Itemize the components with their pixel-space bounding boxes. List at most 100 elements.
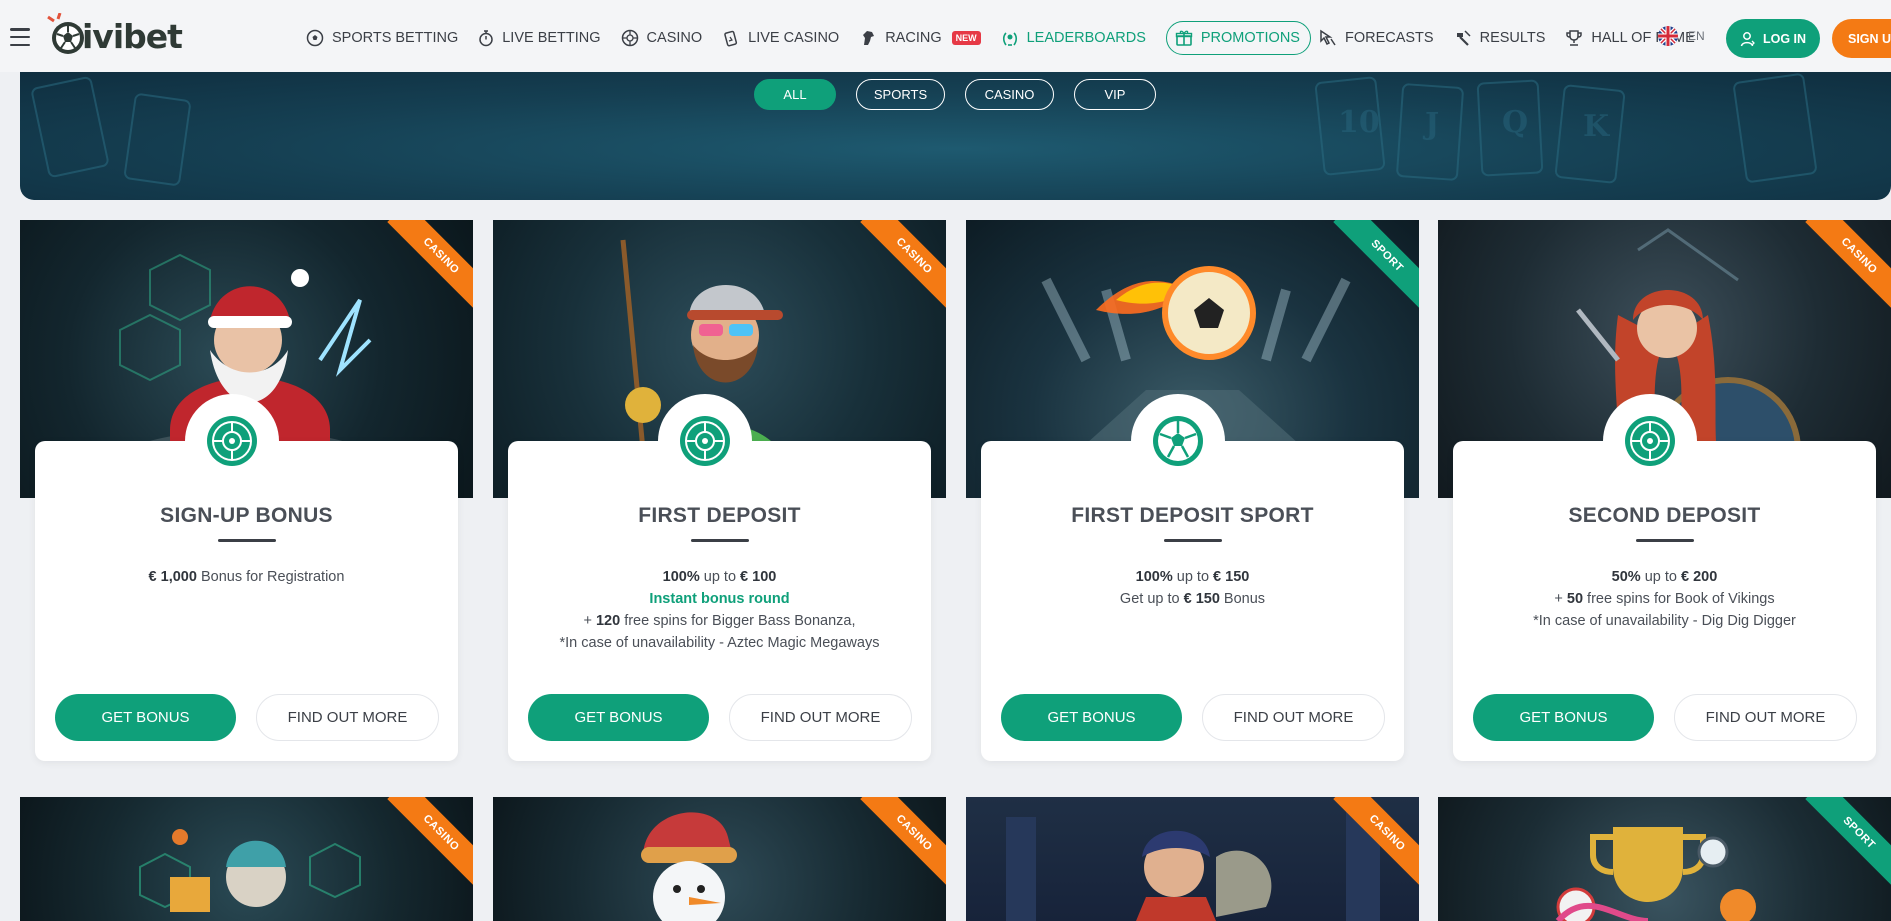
find-out-more-button[interactable]: FIND OUT MORE	[729, 694, 912, 741]
login-button[interactable]: LOG IN	[1726, 19, 1820, 58]
description-segment: *In case of unavailability - Dig Dig Dig…	[1533, 613, 1796, 629]
svg-text:Q: Q	[1502, 105, 1528, 140]
description-segment: Bonus	[1219, 591, 1266, 607]
language-selector[interactable]: EN	[1658, 26, 1705, 46]
card-artwork: CASINO	[493, 797, 946, 921]
description-segment: free spins for Bigger Bass Bonanza,	[620, 613, 856, 629]
description-segment: 120	[595, 613, 621, 629]
promotion-filter-bar: ALL SPORTS CASINO VIP	[754, 79, 1176, 110]
card-artwork: CASINO	[966, 797, 1419, 921]
title-underline	[218, 539, 276, 542]
title-underline	[691, 539, 749, 542]
roulette-icon	[1625, 416, 1675, 466]
hammer-icon	[1456, 30, 1471, 46]
description-line: *In case of unavailability - Dig Dig Dig…	[1458, 610, 1871, 632]
find-out-more-button[interactable]: FIND OUT MORE	[1202, 694, 1385, 741]
nav-label: LEADERBOARDS	[1026, 30, 1146, 46]
roulette-icon	[621, 29, 638, 47]
description-segment: € 200	[1681, 569, 1718, 585]
card-description: 100% up to € 150 Get up to € 150 Bonus	[986, 566, 1399, 610]
card-description: € 1,000 Bonus for Registration	[40, 566, 453, 588]
nav-racing[interactable]: RACING NEW	[859, 21, 981, 55]
nav-sports-betting[interactable]: SPORTS BETTING	[306, 21, 458, 55]
ivibet-logo[interactable]: ivibet	[44, 12, 196, 58]
find-out-more-button[interactable]: FIND OUT MORE	[1674, 694, 1857, 741]
nav-live-betting[interactable]: LIVE BETTING	[478, 21, 601, 55]
description-line: € 1,000 Bonus for Registration	[40, 566, 453, 588]
nav-forecasts[interactable]: FORECASTS	[1319, 21, 1434, 55]
nav-label: PROMOTIONS	[1200, 30, 1300, 46]
nav-label: RESULTS	[1479, 30, 1546, 46]
nav-label: LIVE CASINO	[748, 30, 840, 46]
description-segment: free spins for Book of Vikings	[1583, 591, 1775, 607]
filter-casino[interactable]: CASINO	[965, 79, 1054, 110]
filter-label: VIP	[1104, 87, 1126, 102]
description-segment: +	[583, 613, 596, 629]
description-segment: € 150	[1213, 569, 1250, 585]
get-bonus-button[interactable]: GET BONUS	[1473, 694, 1654, 741]
soccer-ball-icon	[1153, 416, 1203, 466]
card-badge	[658, 394, 752, 488]
card-artwork: SPORT	[1438, 797, 1891, 921]
signup-label: SIGN UP	[1848, 31, 1891, 46]
roulette-icon	[207, 416, 257, 466]
top-header: ivibet SPORTS BETTING LIVE BETTING CASIN…	[0, 0, 1891, 72]
title-underline	[1636, 539, 1694, 542]
nav-label: RACING	[885, 30, 942, 46]
card-title: SIGN-UP BONUS	[160, 504, 333, 527]
filter-label: SPORTS	[873, 87, 928, 102]
nav-label: FORECASTS	[1344, 30, 1434, 46]
nav-casino[interactable]: CASINO	[621, 21, 702, 55]
card-title: FIRST DEPOSIT	[638, 504, 801, 527]
promo-card-row2-3[interactable]: CASINO	[966, 797, 1419, 921]
card-artwork: CASINO	[20, 797, 473, 921]
description-segment: Instant bonus round	[649, 591, 790, 607]
get-bonus-button[interactable]: GET BONUS	[1001, 694, 1182, 741]
get-bonus-button[interactable]: GET BONUS	[528, 694, 709, 741]
filter-label: ALL	[783, 87, 807, 102]
title-underline	[1164, 539, 1222, 542]
description-line: Instant bonus round	[513, 588, 926, 610]
description-segment: Bonus for Registration	[196, 569, 345, 585]
promo-card-row2-1[interactable]: CASINO	[20, 797, 473, 921]
nav-leaderboards[interactable]: LEADERBOARDS	[1001, 21, 1146, 55]
description-segment: up to	[1640, 569, 1682, 585]
svg-text:10: 10	[1338, 105, 1380, 140]
description-segment: +	[1554, 591, 1567, 607]
filter-vip[interactable]: VIP	[1074, 79, 1156, 110]
new-badge: NEW	[951, 31, 981, 45]
filter-sports[interactable]: SPORTS	[856, 79, 945, 110]
get-bonus-button[interactable]: GET BONUS	[55, 694, 236, 741]
description-segment: € 100	[740, 569, 777, 585]
nav-label: SPORTS BETTING	[332, 30, 459, 46]
hamburger-menu-icon[interactable]	[10, 28, 30, 46]
card-title: SECOND DEPOSIT	[1568, 504, 1761, 527]
description-segment: *In case of unavailability - Aztec Magic…	[559, 635, 880, 651]
promo-card-row2-2[interactable]: CASINO	[493, 797, 946, 921]
nav-label: LIVE BETTING	[502, 30, 601, 46]
main-nav: SPORTS BETTING LIVE BETTING CASINO LIVE …	[306, 20, 1715, 56]
filter-all[interactable]: ALL	[754, 79, 836, 110]
trophy-icon	[1566, 30, 1583, 46]
nav-promotions[interactable]: PROMOTIONS	[1165, 21, 1311, 55]
login-label: LOG IN	[1762, 31, 1807, 46]
card-badge	[1603, 394, 1697, 488]
card-description: 50% up to € 200 + 50 free spins for Book …	[1458, 566, 1871, 632]
nav-live-casino[interactable]: LIVE CASINO	[722, 21, 839, 55]
card-title: FIRST DEPOSIT SPORT	[1071, 504, 1314, 527]
description-segment: 100%	[1135, 569, 1173, 585]
description-segment: 100%	[662, 569, 700, 585]
description-segment: Get up to	[1119, 591, 1184, 607]
nav-results[interactable]: RESULTS	[1454, 21, 1546, 55]
language-code: EN	[1688, 29, 1705, 43]
uk-flag-icon	[1658, 26, 1678, 46]
promo-card-row2-4[interactable]: SPORT	[1438, 797, 1891, 921]
promo-card-signup-bonus: CASINO SIGN-UP BONUS € 1,000 Bonus for R…	[20, 220, 473, 776]
horse-icon	[863, 31, 875, 45]
description-segment: 50	[1566, 591, 1584, 607]
find-out-more-button[interactable]: FIND OUT MORE	[256, 694, 439, 741]
filter-label: CASINO	[984, 87, 1035, 102]
logo-text: ivibet	[82, 16, 183, 56]
signup-button[interactable]: SIGN UP	[1832, 19, 1891, 58]
user-icon	[1740, 31, 1755, 46]
